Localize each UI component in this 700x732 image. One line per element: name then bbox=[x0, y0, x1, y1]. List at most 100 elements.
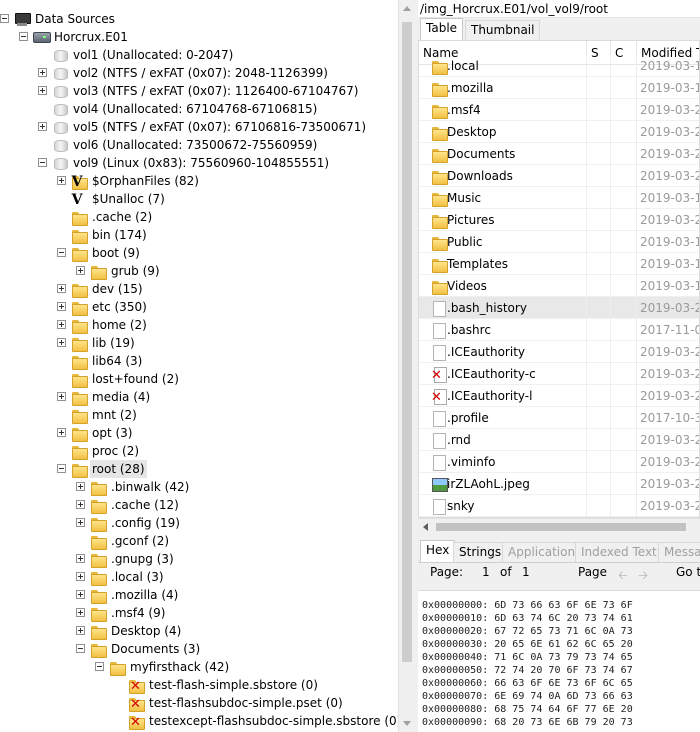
tree-node[interactable]: .binwalk (42) bbox=[0, 478, 398, 496]
tab-hex[interactable]: Hex bbox=[420, 540, 456, 562]
tab-table[interactable]: Table bbox=[420, 18, 464, 40]
next-page-arrow-icon[interactable]: 🡢 bbox=[634, 567, 652, 583]
tree-vertical-scrollbar[interactable] bbox=[398, 0, 414, 732]
tree-node[interactable]: .gconf (2) bbox=[0, 532, 398, 550]
tree-node[interactable]: vol1 (Unallocated: 0-2047) bbox=[0, 46, 398, 64]
expand-icon[interactable] bbox=[57, 302, 66, 311]
data-sources-tree[interactable]: Data Sources Horcrux.E01 vol1 (Unallocated… bbox=[0, 0, 398, 732]
table-row[interactable]: .ICEauthority 2019-03-23 bbox=[419, 341, 699, 363]
tree-node[interactable]: ✕ test-flashsubdoc-simple.pset (0) bbox=[0, 694, 398, 712]
tree-node[interactable]: lost+found (2) bbox=[0, 370, 398, 388]
tree-node[interactable]: etc (350) bbox=[0, 298, 398, 316]
collapse-icon[interactable] bbox=[19, 32, 28, 41]
tree-node[interactable]: vol6 (Unallocated: 73500672-75560959) bbox=[0, 136, 398, 154]
scroll-down-arrow-icon[interactable] bbox=[403, 721, 411, 726]
expand-icon[interactable] bbox=[57, 320, 66, 329]
expand-icon[interactable] bbox=[57, 284, 66, 293]
table-row[interactable]: Public 2019-03-14 bbox=[419, 231, 699, 253]
tree-node[interactable]: dev (15) bbox=[0, 280, 398, 298]
tree-node[interactable]: V $Unalloc (7) bbox=[0, 190, 398, 208]
collapse-icon[interactable] bbox=[57, 464, 66, 473]
scroll-up-arrow-icon[interactable] bbox=[403, 6, 411, 11]
expand-icon[interactable] bbox=[57, 392, 66, 401]
tree-node[interactable]: .msf4 (9) bbox=[0, 604, 398, 622]
table-row[interactable]: .mozilla 2019-03-14 bbox=[419, 77, 699, 99]
table-row[interactable]: Templates 2019-03-14 bbox=[419, 253, 699, 275]
collapse-icon[interactable] bbox=[76, 644, 85, 653]
tree-node[interactable]: .local (3) bbox=[0, 568, 398, 586]
tree-node[interactable]: ✕ testexcept-flashsubdoc-simple.sbstore (… bbox=[0, 712, 398, 730]
expand-icon[interactable] bbox=[38, 86, 47, 95]
tree-node[interactable]: .mozilla (4) bbox=[0, 586, 398, 604]
table-row[interactable]: Music 2019-03-14 bbox=[419, 187, 699, 209]
tree-node[interactable]: ✕ test-flash-simple.sbstore (0) bbox=[0, 676, 398, 694]
tree-node[interactable]: Desktop (4) bbox=[0, 622, 398, 640]
table-row[interactable]: .local 2019-03-14 bbox=[419, 55, 699, 77]
scroll-left-arrow-icon[interactable] bbox=[423, 523, 428, 531]
tree-node[interactable]: grub (9) bbox=[0, 262, 398, 280]
tree-node[interactable]: .config (19) bbox=[0, 514, 398, 532]
tree-node[interactable]: Data Sources bbox=[0, 10, 398, 28]
collapse-icon[interactable] bbox=[38, 158, 47, 167]
table-row[interactable]: Downloads 2019-03-22 bbox=[419, 165, 699, 187]
tab-thumbnail[interactable]: Thumbnail bbox=[465, 20, 541, 40]
expand-icon[interactable] bbox=[76, 518, 85, 527]
tree-node[interactable]: vol5 (NTFS / exFAT (0x07): 67106816-7350… bbox=[0, 118, 398, 136]
tree-node[interactable]: .cache (12) bbox=[0, 496, 398, 514]
expand-icon[interactable] bbox=[76, 500, 85, 509]
table-row[interactable]: .rnd 2019-03-21 bbox=[419, 429, 699, 451]
expand-icon[interactable] bbox=[76, 590, 85, 599]
tab-indexed-text[interactable]: Indexed Text bbox=[575, 542, 663, 562]
expand-icon[interactable] bbox=[76, 572, 85, 581]
hscroll-thumb[interactable] bbox=[436, 523, 686, 531]
table-row[interactable]: snky 2019-03-22 bbox=[419, 495, 699, 517]
tab-strings[interactable]: Strings bbox=[453, 542, 508, 562]
table-row[interactable]: .msf4 2019-03-21 bbox=[419, 99, 699, 121]
expand-icon[interactable] bbox=[57, 176, 66, 185]
tab-application[interactable]: Application bbox=[502, 542, 582, 562]
collapse-icon[interactable] bbox=[95, 662, 104, 671]
tree-node[interactable]: bin (174) bbox=[0, 226, 398, 244]
tree-node[interactable]: vol9 (Linux (0x83): 75560960-104855551) bbox=[0, 154, 398, 172]
prev-page-arrow-icon[interactable]: 🡠 bbox=[614, 567, 632, 583]
expand-icon[interactable] bbox=[57, 428, 66, 437]
tree-node[interactable]: vol4 (Unallocated: 67104768-67106815) bbox=[0, 100, 398, 118]
tree-node[interactable]: home (2) bbox=[0, 316, 398, 334]
tree-node[interactable]: Documents (3) bbox=[0, 640, 398, 658]
expand-icon[interactable] bbox=[76, 482, 85, 491]
table-row[interactable]: Documents 2019-03-22 bbox=[419, 143, 699, 165]
tree-node[interactable]: mnt (2) bbox=[0, 406, 398, 424]
table-row[interactable]: .profile 2017-10-30 bbox=[419, 407, 699, 429]
tree-node[interactable]: myfirsthack (42) bbox=[0, 658, 398, 676]
tree-node[interactable]: root (28) bbox=[0, 460, 398, 478]
tree-node[interactable]: lib (19) bbox=[0, 334, 398, 352]
tree-node[interactable]: proc (2) bbox=[0, 442, 398, 460]
tree-node[interactable]: boot (9) bbox=[0, 244, 398, 262]
tree-node[interactable]: vol2 (NTFS / exFAT (0x07): 2048-1126399) bbox=[0, 64, 398, 82]
expand-icon[interactable] bbox=[38, 68, 47, 77]
collapse-icon[interactable] bbox=[0, 14, 9, 23]
tree-node[interactable]: lib64 (3) bbox=[0, 352, 398, 370]
tree-node[interactable]: .gnupg (3) bbox=[0, 550, 398, 568]
tree-node[interactable]: opt (3) bbox=[0, 424, 398, 442]
expand-icon[interactable] bbox=[38, 122, 47, 131]
tab-message[interactable]: Message bbox=[658, 542, 700, 562]
table-horizontal-scrollbar[interactable] bbox=[418, 518, 700, 534]
tree-node[interactable]: Horcrux.E01 bbox=[0, 28, 398, 46]
table-row[interactable]: .bash_history 2019-03-22 bbox=[419, 297, 699, 319]
tree-node[interactable]: media (4) bbox=[0, 388, 398, 406]
expand-icon[interactable] bbox=[57, 338, 66, 347]
expand-icon[interactable] bbox=[76, 266, 85, 275]
tree-node[interactable]: vol3 (NTFS / exFAT (0x07): 1126400-67104… bbox=[0, 82, 398, 100]
expand-icon[interactable] bbox=[76, 608, 85, 617]
table-row[interactable]: Desktop 2019-03-22 bbox=[419, 121, 699, 143]
tree-node[interactable]: .cache (2) bbox=[0, 208, 398, 226]
collapse-icon[interactable] bbox=[57, 248, 66, 257]
expand-icon[interactable] bbox=[76, 554, 85, 563]
table-row[interactable]: .bashrc 2017-11-09 bbox=[419, 319, 699, 341]
tree-node[interactable]: V $OrphanFiles (82) bbox=[0, 172, 398, 190]
table-row[interactable]: irZLAohL.jpeg 2019-03-22 bbox=[419, 473, 699, 495]
table-row[interactable]: ✕.ICEauthority-c2019-03-23 bbox=[419, 363, 699, 385]
scrollbar-thumb[interactable] bbox=[402, 22, 412, 662]
expand-icon[interactable] bbox=[76, 626, 85, 635]
